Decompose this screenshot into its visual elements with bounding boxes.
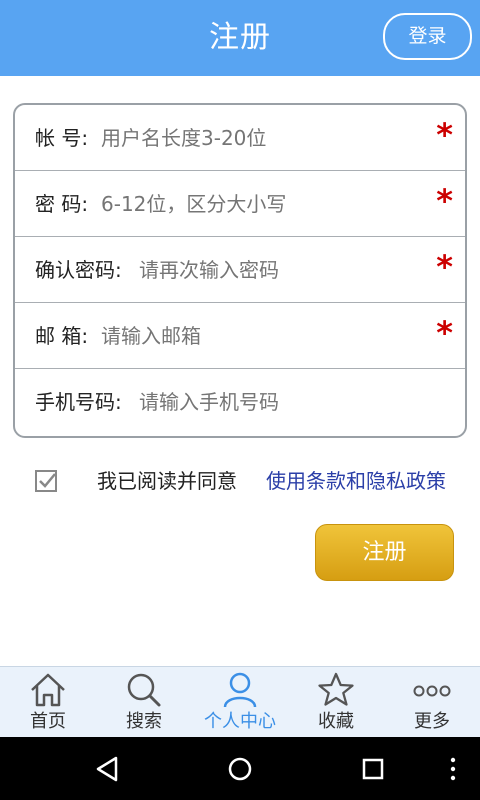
- confirm-password-input[interactable]: [139, 249, 421, 291]
- password-input[interactable]: [101, 183, 421, 225]
- system-nav-bar: [0, 737, 480, 800]
- back-icon[interactable]: [92, 754, 122, 784]
- confirm-password-row: 确认密码: *: [15, 237, 465, 303]
- nav-label-search: 搜索: [126, 711, 162, 732]
- password-label: 密 码:: [35, 192, 89, 216]
- title-bar: 注册 登录: [0, 0, 480, 76]
- required-mark: *: [436, 314, 453, 352]
- nav-label-profile: 个人中心: [204, 711, 276, 732]
- home-circle-icon[interactable]: [225, 754, 255, 784]
- account-row: 帐 号: *: [15, 105, 465, 171]
- search-icon: [127, 673, 161, 707]
- account-label: 帐 号:: [35, 126, 89, 150]
- phone-input[interactable]: [139, 381, 439, 423]
- required-mark: *: [436, 248, 453, 286]
- confirm-password-label: 确认密码:: [35, 258, 122, 282]
- nav-label-favorites: 收藏: [318, 711, 354, 732]
- required-mark: *: [436, 182, 453, 220]
- nav-item-search[interactable]: 搜索: [96, 667, 192, 738]
- phone-row: 手机号码:: [15, 369, 465, 435]
- more-icon: [413, 685, 451, 697]
- nav-item-favorites[interactable]: 收藏: [288, 667, 384, 738]
- register-button[interactable]: 注册: [315, 524, 454, 581]
- email-input[interactable]: [101, 315, 421, 357]
- email-row: 邮 箱: *: [15, 303, 465, 369]
- required-mark: *: [436, 116, 453, 154]
- phone-label: 手机号码:: [35, 390, 122, 414]
- registration-form: 帐 号: * 密 码: * 确认密码: * 邮 箱: * 手机号码:: [13, 103, 467, 438]
- home-icon: [31, 673, 65, 707]
- nav-item-home[interactable]: 首页: [0, 667, 96, 738]
- email-label: 邮 箱:: [35, 324, 89, 348]
- account-input[interactable]: [101, 117, 421, 159]
- bottom-nav: 首页 搜索 个人中心 收藏 更多: [0, 666, 480, 737]
- terms-link[interactable]: 使用条款和隐私政策: [266, 467, 446, 495]
- nav-label-more: 更多: [414, 711, 450, 732]
- overflow-icon[interactable]: [438, 754, 468, 784]
- nav-item-profile[interactable]: 个人中心: [192, 667, 288, 738]
- user-icon: [223, 672, 257, 708]
- agreement-checkbox[interactable]: [35, 470, 57, 492]
- nav-item-more[interactable]: 更多: [384, 667, 480, 738]
- recents-icon[interactable]: [358, 754, 388, 784]
- agreement-text: 我已阅读并同意: [97, 469, 237, 493]
- login-button[interactable]: 登录: [383, 13, 472, 60]
- star-icon: [318, 672, 354, 706]
- nav-label-home: 首页: [30, 711, 66, 732]
- password-row: 密 码: *: [15, 171, 465, 237]
